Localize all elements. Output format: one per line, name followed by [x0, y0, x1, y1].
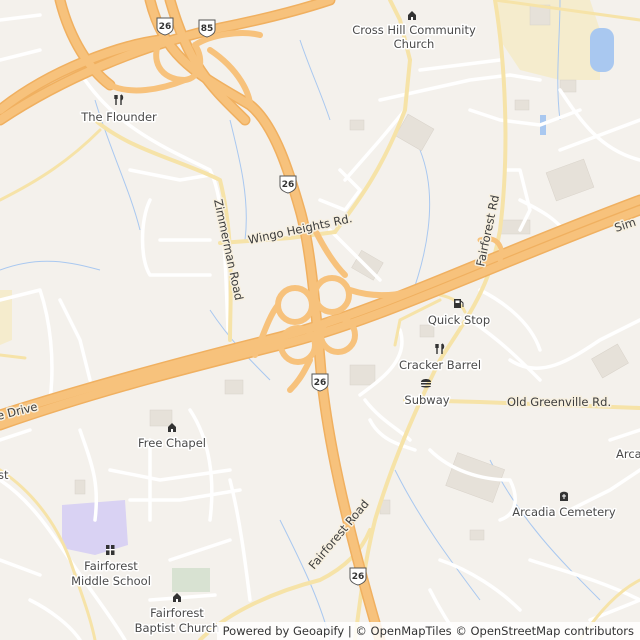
attribution-separator: | [347, 624, 352, 638]
poi-label-arca: Arca [616, 447, 640, 461]
map-canvas[interactable]: 26 85 26 26 26 Zimmerman Road Wingo Heig… [0, 0, 640, 640]
svg-text:85: 85 [201, 24, 214, 34]
poi-label: Church [394, 37, 435, 51]
shield-i26-interchange: 26 [311, 373, 329, 392]
shield-i26-bottom: 26 [349, 567, 367, 586]
fast-food-icon [421, 379, 431, 388]
map-attribution: Powered by Geoapify | © OpenMapTiles © O… [216, 622, 640, 640]
shield-i26-top: 26 [156, 17, 174, 36]
poi-label: Cracker Barrel [399, 358, 481, 372]
poi-label: Quick Stop [428, 313, 490, 327]
poi-label: Cross Hill Community [352, 23, 476, 37]
svg-text:26: 26 [282, 180, 295, 190]
water-pond [590, 28, 614, 72]
road-label-old-greenville: Old Greenville Rd. [507, 395, 611, 409]
shield-i85-top: 85 [198, 19, 216, 38]
poi-label: Fairforest [84, 559, 138, 573]
svg-text:26: 26 [352, 572, 365, 582]
svg-text:26: 26 [159, 22, 172, 32]
poi-label: The Flounder [80, 110, 157, 124]
poi-label: Baptist Church [135, 621, 220, 635]
svg-text:26: 26 [314, 378, 327, 388]
attribution-openmaptiles-link[interactable]: © OpenMapTiles [355, 624, 451, 638]
attribution-geoapify-link[interactable]: Geoapify [293, 624, 344, 638]
poi-label: Fairforest [150, 606, 204, 620]
poi-label: Arcadia Cemetery [512, 505, 616, 519]
poi-label: Free Chapel [138, 436, 206, 450]
poi-label: Subway [404, 393, 449, 407]
poi-label: Middle School [71, 574, 151, 588]
poi-label-st: st [0, 468, 9, 482]
shield-i26-mid: 26 [279, 175, 297, 194]
attribution-powered-by: Powered by [222, 624, 290, 638]
park-area [172, 568, 210, 592]
attribution-osm-link[interactable]: © OpenStreetMap [455, 624, 560, 638]
attribution-contributors: contributors [564, 624, 634, 638]
cemetery-icon [560, 491, 568, 501]
